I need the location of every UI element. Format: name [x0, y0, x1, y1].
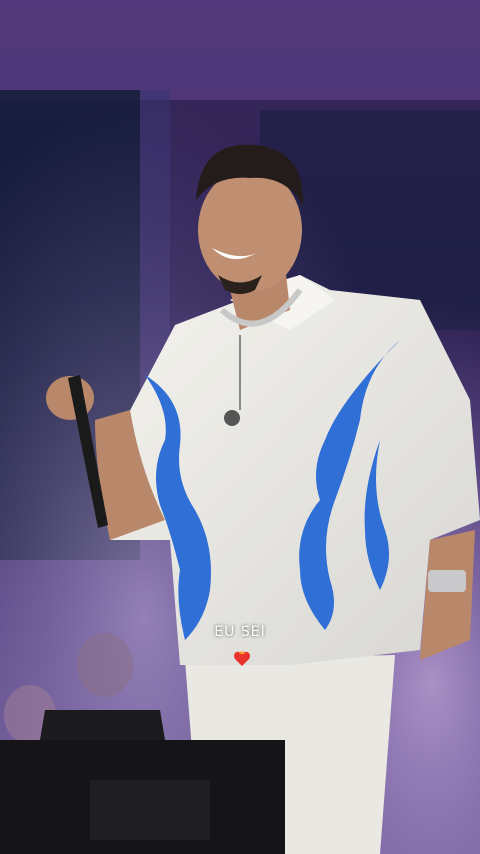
concert-photo: [0, 0, 480, 854]
lyric-caption: EU SEI: [214, 624, 266, 640]
heart-on-fire-icon: [234, 651, 250, 666]
video-frame: EU SEI: [0, 0, 480, 854]
